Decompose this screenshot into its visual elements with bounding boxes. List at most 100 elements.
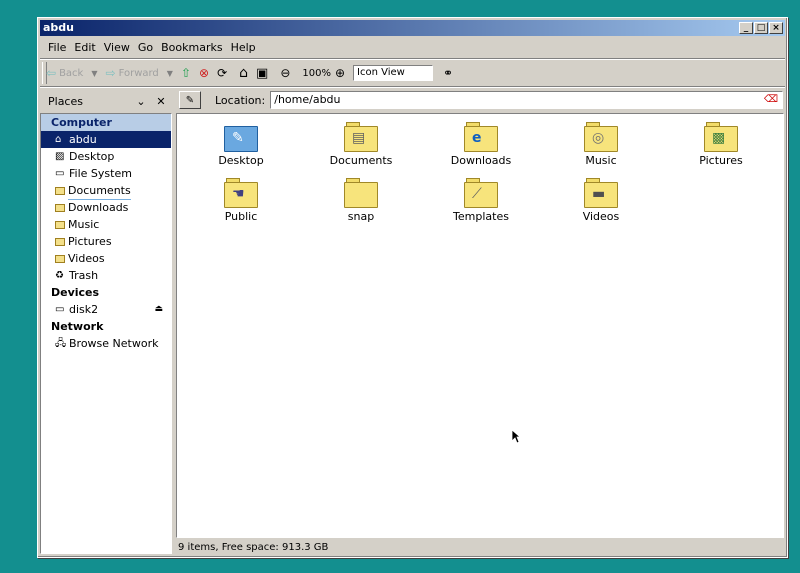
places-header: Places ⌄ ✕ (40, 92, 174, 110)
title-bar[interactable]: abdu _ □ × (40, 20, 785, 36)
file-item-documents[interactable]: ▤ Documents (311, 122, 411, 167)
folder-icon (55, 220, 65, 229)
sidebar-item-videos[interactable]: Videos (41, 250, 171, 267)
zoom-out-icon: ⊖ (280, 66, 291, 80)
back-arrow-icon: ⇦ (46, 66, 57, 80)
back-history-dropdown-icon[interactable]: ▼ (91, 69, 97, 78)
network-icon: 🖧 (55, 338, 67, 349)
places-dropdown-icon[interactable]: ⌄ (134, 95, 148, 108)
folder-icon (55, 237, 65, 246)
file-item-videos[interactable]: ▬ Videos (551, 178, 651, 223)
reload-icon: ⟳ (217, 66, 228, 80)
sidebar-item-documents[interactable]: Documents (41, 182, 171, 200)
file-item-music[interactable]: ◎ Music (551, 122, 651, 167)
sidebar-item-trash[interactable]: ♻ Trash (41, 267, 171, 284)
pictures-folder-icon: ▩ (704, 122, 738, 152)
sidebar-item-disk2[interactable]: ▭ disk2 ⏏ (41, 301, 171, 318)
forward-button[interactable]: ⇨ Forward (106, 63, 159, 83)
zoom-in-button[interactable]: ⊕ (335, 63, 348, 83)
network-section-header: Network (51, 320, 104, 333)
stop-button[interactable]: ⊗ (199, 63, 212, 83)
desktop-folder-icon: ✎ (224, 122, 258, 152)
videos-folder-icon: ▬ (584, 178, 618, 208)
file-label: Music (585, 154, 617, 167)
search-button[interactable]: ⚭ (443, 63, 456, 83)
folder-icon (344, 178, 378, 208)
location-label: Location: (215, 93, 266, 107)
file-view[interactable]: ✎ Desktop ▤ Documents e Downloads ◎ Musi… (176, 113, 784, 538)
toolbar: ⇦ Back ▼ ⇨ Forward ▼ ⇧ ⊗ ⟳ ⌂ ▣ ⊖ 100% ⊕ (46, 63, 461, 83)
home-icon: ⌂ (55, 134, 62, 145)
file-item-public[interactable]: ☚ Public (191, 178, 291, 223)
sidebar-item-pictures[interactable]: Pictures (41, 233, 171, 250)
drive-icon: ▭ (55, 304, 65, 315)
file-item-snap[interactable]: snap (311, 178, 411, 223)
minimize-button[interactable]: _ (739, 22, 753, 34)
file-label: Videos (582, 210, 620, 223)
close-button[interactable]: × (769, 22, 783, 34)
toolbar-separator (40, 86, 785, 88)
location-bar: ✎ Location: /home/abdu ⌫ (179, 89, 783, 111)
maximize-button[interactable]: □ (754, 22, 768, 34)
menu-bar: File Edit View Go Bookmarks Help (44, 39, 260, 57)
sidebar-item-file-system[interactable]: ▭ File System (41, 165, 171, 182)
file-item-downloads[interactable]: e Downloads (431, 122, 531, 167)
pencil-icon: ✎ (185, 94, 195, 106)
zoom-in-icon: ⊕ (334, 66, 346, 80)
menu-bookmarks[interactable]: Bookmarks (157, 39, 226, 57)
file-label: Downloads (450, 154, 512, 167)
menu-file[interactable]: File (44, 39, 70, 57)
location-input[interactable]: /home/abdu ⌫ (270, 91, 783, 109)
places-sidebar: Computer ⌂ abdu ▨ Desktop ▭ File System … (40, 113, 172, 554)
file-label: Desktop (218, 154, 264, 167)
sidebar-item-music[interactable]: Music (41, 216, 171, 233)
folder-icon (55, 203, 65, 212)
mouse-cursor-icon (511, 429, 521, 444)
computer-section-header: Computer (41, 114, 171, 131)
file-label: Public (224, 210, 258, 223)
forward-arrow-icon: ⇨ (105, 66, 116, 80)
sidebar-item-downloads[interactable]: Downloads (41, 199, 171, 216)
eject-icon[interactable]: ⏏ (154, 301, 163, 318)
back-button[interactable]: ⇦ Back (46, 63, 83, 83)
file-label: Pictures (699, 154, 743, 167)
folder-icon (55, 254, 65, 263)
file-item-templates[interactable]: ⟋ Templates (431, 178, 531, 223)
menu-help[interactable]: Help (227, 39, 260, 57)
up-button[interactable]: ⇧ (181, 63, 194, 83)
computer-button[interactable]: ▣ (256, 63, 271, 83)
templates-folder-icon: ⟋ (464, 178, 498, 208)
binoculars-icon: ⚭ (443, 66, 454, 80)
sidebar-item-abdu[interactable]: ⌂ abdu (41, 131, 171, 148)
view-mode-select[interactable]: Icon View (353, 65, 434, 81)
home-icon: ⌂ (239, 65, 249, 81)
location-edit-button[interactable]: ✎ (179, 91, 201, 109)
status-bar: 9 items, Free space: 913.3 GB (178, 542, 329, 553)
trash-icon: ♻ (55, 270, 64, 281)
home-button[interactable]: ⌂ (239, 63, 251, 83)
menu-view[interactable]: View (100, 39, 134, 57)
menu-separator (40, 58, 785, 60)
location-path: /home/abdu (274, 93, 341, 106)
menu-edit[interactable]: Edit (70, 39, 99, 57)
zoom-level[interactable]: 100% (302, 68, 331, 79)
sidebar-item-desktop[interactable]: ▨ Desktop (41, 148, 171, 165)
music-folder-icon: ◎ (584, 122, 618, 152)
up-arrow-icon: ⇧ (180, 66, 191, 80)
close-sidebar-icon[interactable]: ✕ (154, 95, 168, 108)
drive-icon: ▭ (55, 168, 65, 179)
desktop-icon: ▨ (55, 151, 65, 162)
computer-icon: ▣ (256, 65, 269, 81)
file-label: snap (347, 210, 375, 223)
forward-history-dropdown-icon[interactable]: ▼ (167, 69, 173, 78)
zoom-out-button[interactable]: ⊖ (280, 63, 293, 83)
file-item-pictures[interactable]: ▩ Pictures (671, 122, 771, 167)
menu-go[interactable]: Go (134, 39, 157, 57)
file-item-desktop[interactable]: ✎ Desktop (191, 122, 291, 167)
reload-button[interactable]: ⟳ (217, 63, 230, 83)
stop-icon: ⊗ (199, 66, 210, 80)
documents-folder-icon: ▤ (344, 122, 378, 152)
sidebar-item-browse-network[interactable]: 🖧 Browse Network (41, 335, 171, 352)
folder-icon (55, 186, 65, 195)
clear-location-icon[interactable]: ⌫ (764, 92, 778, 108)
